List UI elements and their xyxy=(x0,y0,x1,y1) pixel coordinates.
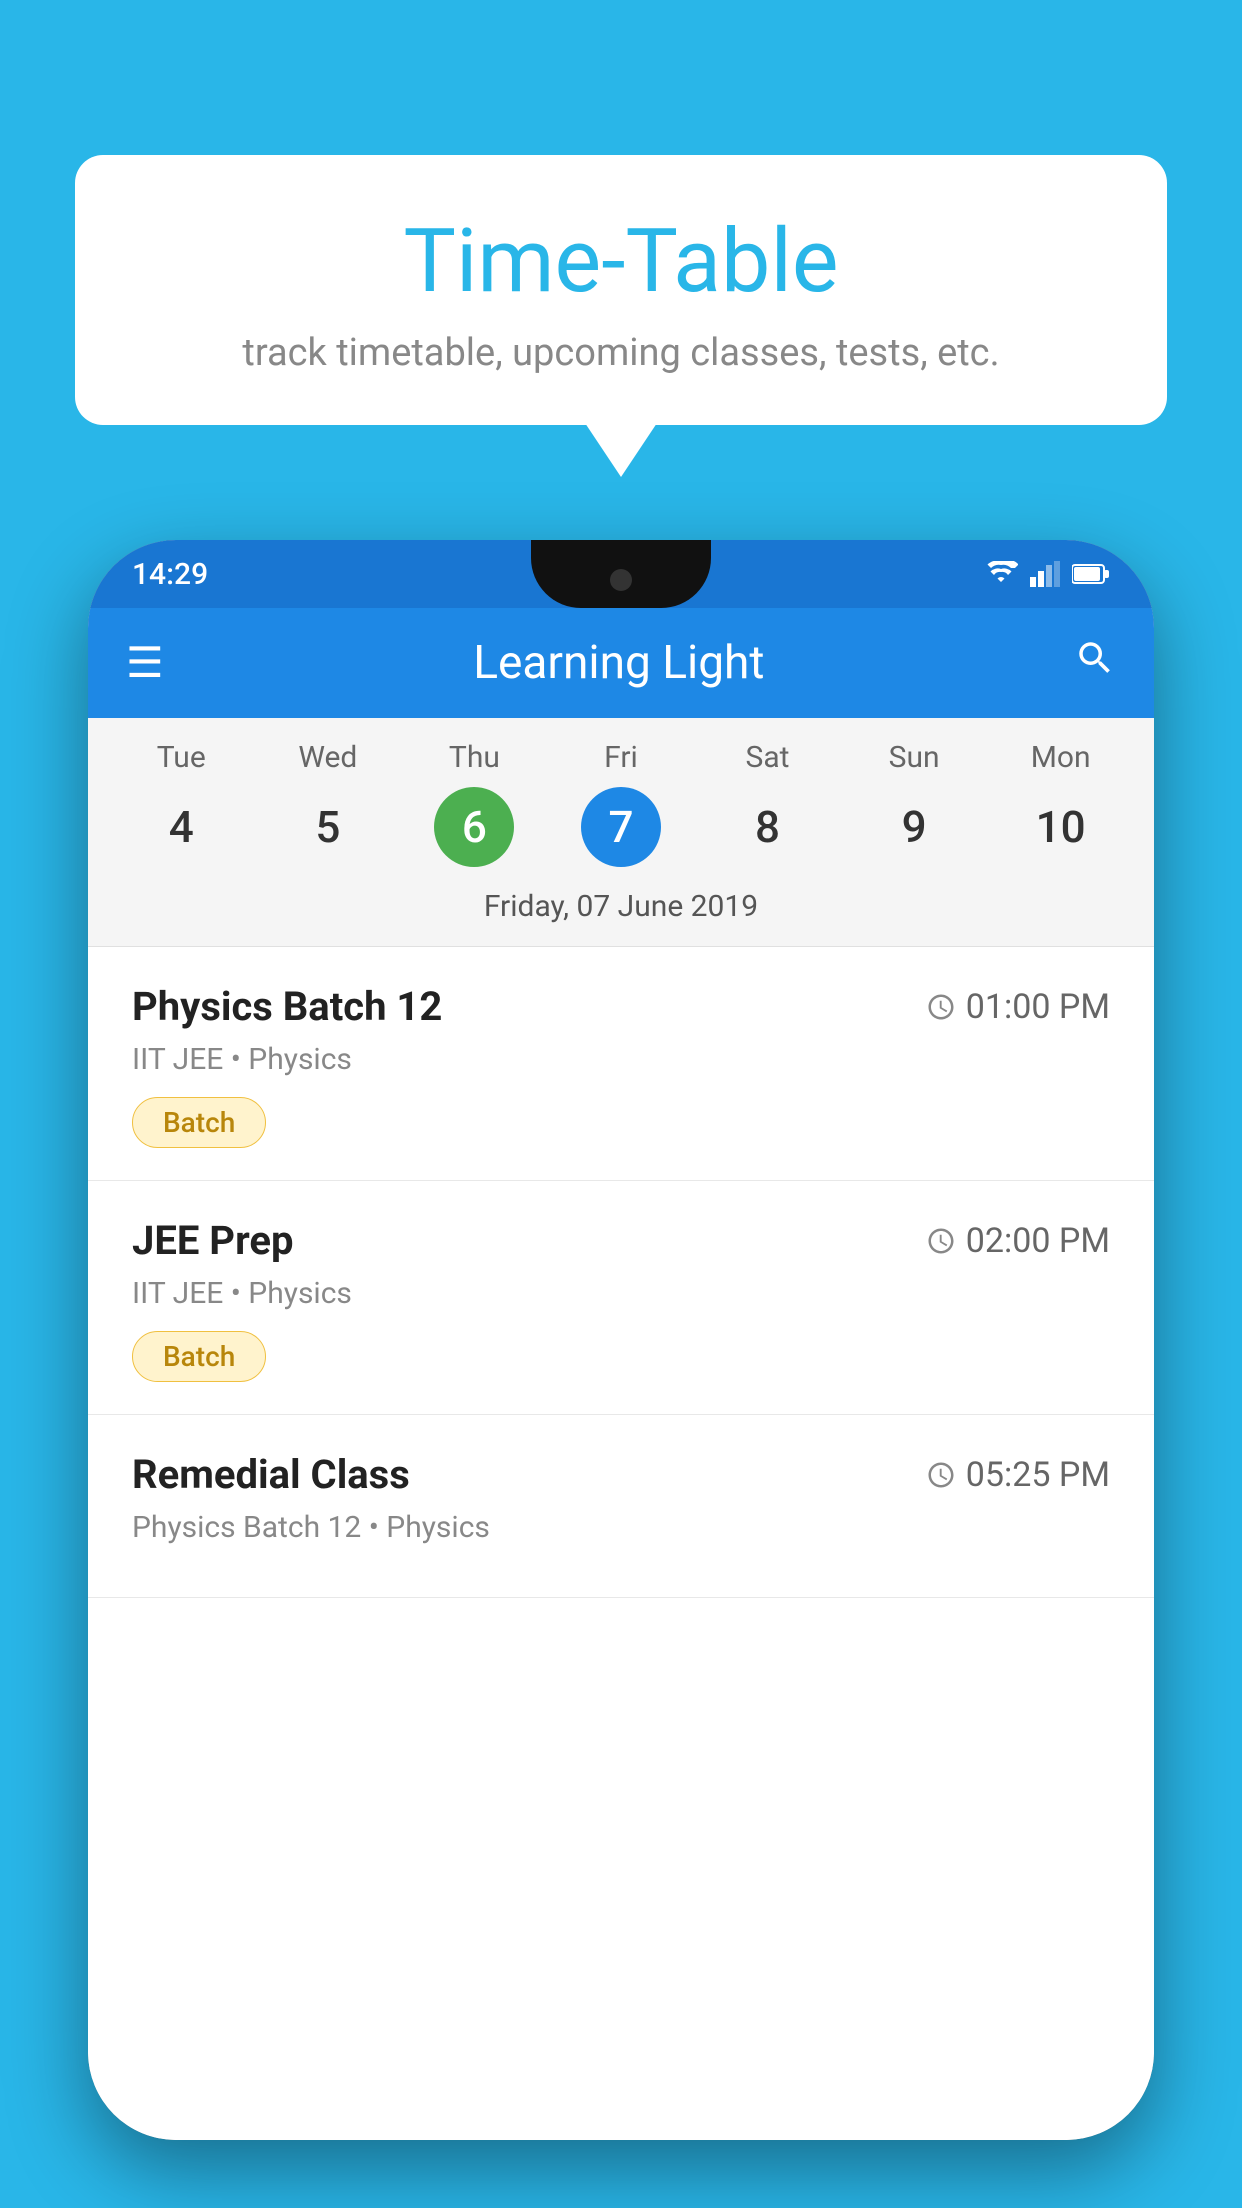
day-number: 8 xyxy=(728,787,808,867)
day-col-mon[interactable]: Mon 10 xyxy=(1006,740,1116,867)
day-number: 5 xyxy=(288,787,368,867)
bubble-title: Time-Table xyxy=(135,210,1107,313)
schedule-item-header: JEE Prep 02:00 PM xyxy=(132,1217,1110,1264)
day-col-sun[interactable]: Sun 9 xyxy=(859,740,969,867)
day-label: Tue xyxy=(157,740,206,775)
app-bar: ☰ Learning Light xyxy=(88,608,1154,718)
day-label: Mon xyxy=(1031,740,1091,775)
schedule-subtitle: Physics Batch 12 • Physics xyxy=(132,1510,1110,1545)
clock-icon xyxy=(926,1226,956,1256)
selected-date: Friday, 07 June 2019 xyxy=(88,875,1154,946)
camera-dot xyxy=(610,569,632,591)
wifi-icon xyxy=(984,561,1018,587)
phone-body: 14:29 xyxy=(88,540,1154,2140)
notch xyxy=(531,540,711,608)
speech-bubble: Time-Table track timetable, upcoming cla… xyxy=(75,155,1167,425)
status-bar: 14:29 xyxy=(88,540,1154,608)
schedule-item-1[interactable]: JEE Prep 02:00 PM IIT JEE • Physics Batch xyxy=(88,1181,1154,1415)
schedule-item-header: Physics Batch 12 01:00 PM xyxy=(132,983,1110,1030)
schedule-time: 02:00 PM xyxy=(926,1221,1110,1261)
clock-icon xyxy=(926,992,956,1022)
search-button[interactable] xyxy=(1074,637,1116,690)
schedule-title: Physics Batch 12 xyxy=(132,983,442,1030)
day-number: 4 xyxy=(141,787,221,867)
day-col-fri[interactable]: Fri 7 xyxy=(566,740,676,867)
day-number: 6 xyxy=(434,787,514,867)
schedule-title: Remedial Class xyxy=(132,1451,410,1498)
clock-icon xyxy=(926,1460,956,1490)
day-col-tue[interactable]: Tue 4 xyxy=(126,740,236,867)
signal-icon xyxy=(1030,561,1060,587)
schedule-title: JEE Prep xyxy=(132,1217,293,1264)
day-label: Sat xyxy=(746,740,790,775)
schedule-item-header: Remedial Class 05:25 PM xyxy=(132,1451,1110,1498)
phone-screen: 14:29 xyxy=(88,540,1154,2140)
day-number: 7 xyxy=(581,787,661,867)
day-label: Thu xyxy=(449,740,500,775)
bubble-subtitle: track timetable, upcoming classes, tests… xyxy=(135,331,1107,375)
calendar-strip: Tue 4 Wed 5 Thu 6 Fri 7 Sat 8 Sun 9 Mon 10 Friday, 07… xyxy=(88,718,1154,947)
schedule-item-0[interactable]: Physics Batch 12 01:00 PM IIT JEE • Physic… xyxy=(88,947,1154,1181)
day-label: Fri xyxy=(604,740,638,775)
phone-mockup: 14:29 xyxy=(88,540,1154,2208)
day-number: 9 xyxy=(874,787,954,867)
battery-icon xyxy=(1072,563,1110,585)
schedule-item-2[interactable]: Remedial Class 05:25 PM Physics Batch 12 •… xyxy=(88,1415,1154,1598)
schedule-subtitle: IIT JEE • Physics xyxy=(132,1042,1110,1077)
schedule-time: 05:25 PM xyxy=(926,1455,1110,1495)
days-row: Tue 4 Wed 5 Thu 6 Fri 7 Sat 8 Sun 9 Mon 10 xyxy=(88,718,1154,875)
hamburger-icon[interactable]: ☰ xyxy=(126,638,164,688)
day-col-sat[interactable]: Sat 8 xyxy=(713,740,823,867)
day-col-thu[interactable]: Thu 6 xyxy=(419,740,529,867)
schedule-list: Physics Batch 12 01:00 PM IIT JEE • Physic… xyxy=(88,947,1154,2140)
day-number: 10 xyxy=(1021,787,1101,867)
schedule-subtitle: IIT JEE • Physics xyxy=(132,1276,1110,1311)
day-col-wed[interactable]: Wed 5 xyxy=(273,740,383,867)
day-label: Sun xyxy=(889,740,940,775)
batch-badge: Batch xyxy=(132,1097,266,1148)
schedule-time: 01:00 PM xyxy=(926,987,1110,1027)
day-label: Wed xyxy=(298,740,357,775)
batch-badge: Batch xyxy=(132,1331,266,1382)
status-icons xyxy=(984,561,1110,587)
app-title: Learning Light xyxy=(196,636,1042,690)
status-time: 14:29 xyxy=(132,557,208,592)
